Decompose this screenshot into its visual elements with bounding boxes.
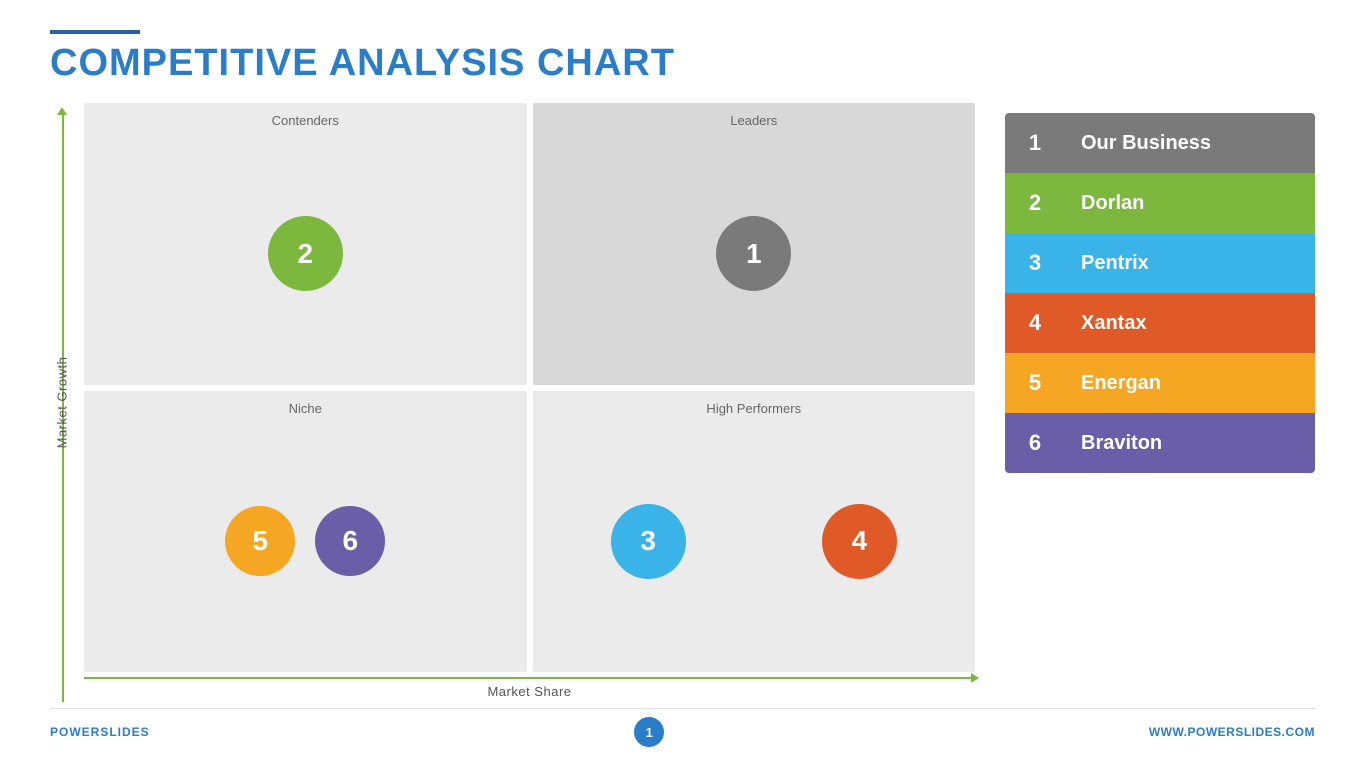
niche-label: Niche (289, 401, 322, 416)
x-axis-arrow (971, 673, 979, 683)
legend: 1Our Business2Dorlan3Pentrix4Xantax5Ener… (1005, 113, 1315, 473)
high-performers-bubbles: 3 4 (533, 484, 976, 579)
x-axis-line (84, 677, 975, 679)
x-axis: Market Share (74, 672, 975, 702)
legend-name-2: Dorlan (1065, 173, 1315, 233)
legend-item-6: 6Braviton (1005, 413, 1315, 473)
legend-name-1: Our Business (1065, 113, 1315, 173)
niche-bubbles: 5 6 (225, 486, 385, 576)
x-axis-line-wrapper (84, 677, 975, 679)
quadrant-leaders: Leaders 1 (533, 103, 976, 385)
y-axis-label-text: Market Growth (55, 357, 70, 449)
brand-part2: SLIDES (100, 725, 149, 739)
legend-name-3: Pentrix (1065, 233, 1315, 293)
header-accent-line (50, 30, 140, 34)
legend-number-4: 4 (1005, 293, 1065, 353)
bubble-2: 2 (268, 216, 343, 291)
bubble-4: 4 (822, 504, 897, 579)
legend-number-2: 2 (1005, 173, 1065, 233)
legend-item-4: 4Xantax (1005, 293, 1315, 353)
title-part1: COMPETITIVE (50, 42, 329, 84)
bubble-3: 3 (611, 504, 686, 579)
legend-item-2: 2Dorlan (1005, 173, 1315, 233)
page-title: COMPETITIVE ANALYSIS CHART (50, 42, 1315, 85)
quadrant-grid: Contenders 2 Leaders (74, 103, 975, 672)
header: COMPETITIVE ANALYSIS CHART (50, 30, 1315, 85)
y-axis: Market Growth (50, 103, 74, 702)
legend-item-5: 5Energan (1005, 353, 1315, 413)
chart-grid-wrapper: Contenders 2 Leaders (74, 103, 975, 702)
legend-number-3: 3 (1005, 233, 1065, 293)
legend-item-3: 3Pentrix (1005, 233, 1315, 293)
legend-number-5: 5 (1005, 353, 1065, 413)
legend-item-1: 1Our Business (1005, 113, 1315, 173)
brand-part1: POWER (50, 725, 100, 739)
bubble-1: 1 (716, 216, 791, 291)
legend-number-6: 6 (1005, 413, 1065, 473)
bubble-6: 6 (315, 506, 385, 576)
footer: POWERSLIDES 1 WWW.POWERSLIDES.COM (50, 708, 1315, 747)
footer-page-number: 1 (634, 717, 664, 747)
bubble-5: 5 (225, 506, 295, 576)
high-performers-label: High Performers (706, 401, 801, 416)
contenders-bubbles: 2 (268, 196, 343, 291)
legend-name-4: Xantax (1065, 293, 1315, 353)
title-part2: ANALYSIS CHART (329, 42, 675, 84)
page: COMPETITIVE ANALYSIS CHART Market Growth (0, 0, 1365, 767)
chart-with-axis: Market Growth Contenders 2 (50, 103, 975, 702)
leaders-label: Leaders (730, 113, 777, 128)
quadrant-contenders: Contenders 2 (84, 103, 527, 385)
footer-brand: POWERSLIDES (50, 725, 150, 739)
footer-website: WWW.POWERSLIDES.COM (1149, 725, 1315, 739)
legend-name-6: Braviton (1065, 413, 1315, 473)
quadrant-niche: Niche 5 6 (84, 391, 527, 673)
quadrant-high-performers: High Performers 3 4 (533, 391, 976, 673)
contenders-label: Contenders (272, 113, 339, 128)
legend-number-1: 1 (1005, 113, 1065, 173)
x-axis-label-text: Market Share (487, 684, 571, 699)
chart-area: Market Growth Contenders 2 (50, 103, 975, 702)
leaders-bubbles: 1 (716, 196, 791, 291)
legend-name-5: Energan (1065, 353, 1315, 413)
main-content: Market Growth Contenders 2 (50, 103, 1315, 702)
